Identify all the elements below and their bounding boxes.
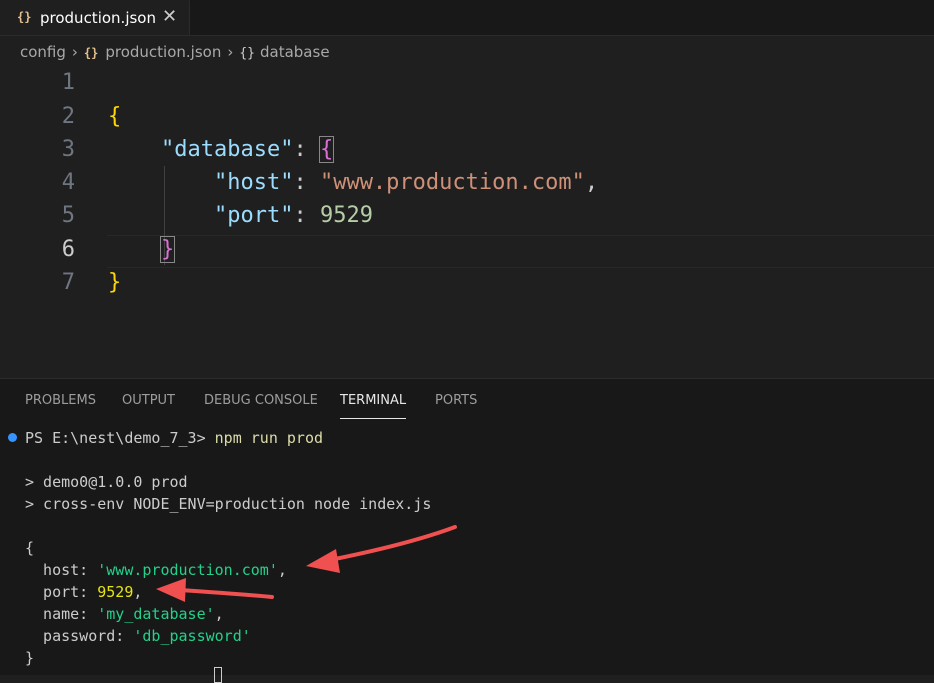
prompt: PS E:\nest\demo_7_3>	[25, 429, 215, 447]
terminal-line: port: 9529,	[25, 583, 142, 601]
terminal-line: host: 'www.production.com',	[25, 561, 287, 579]
comma: ,	[277, 561, 287, 579]
terminal-line: password: 'db_password'	[25, 627, 251, 645]
breadcrumb-folder[interactable]: config	[20, 43, 66, 61]
close-icon[interactable]: ✕	[162, 6, 177, 27]
editor-line: 4 "host": "www.production.com",	[0, 166, 934, 199]
command-status-dot	[8, 433, 17, 442]
line-number: 5	[61, 203, 75, 228]
object-icon: {}	[239, 46, 255, 61]
comma: ,	[584, 170, 599, 195]
command: npm run prod	[214, 429, 324, 447]
tab-label: production.json	[40, 9, 156, 27]
breadcrumb-file[interactable]: production.json	[105, 43, 221, 61]
line-number: 1	[61, 70, 75, 95]
code-editor[interactable]: 1 2 { 3 "database": { 4 "host": "www.pro…	[0, 66, 934, 378]
brace-close: }	[159, 236, 176, 263]
output-string: 'my_database'	[97, 605, 215, 623]
output-key: port:	[25, 583, 98, 601]
terminal-line: }	[25, 649, 35, 667]
comma: ,	[133, 583, 143, 601]
output-string: 'db_password'	[133, 627, 251, 645]
terminal-line: name: 'my_database',	[25, 605, 224, 623]
brace-open: {	[318, 136, 335, 163]
terminal-prompt-line: PS E:\nest\demo_7_3> npm run prod	[25, 429, 323, 447]
brace-close: }	[108, 270, 122, 295]
json-key: "database"	[160, 137, 294, 162]
editor-line: 2 {	[0, 100, 934, 133]
terminal-line: {	[25, 539, 35, 557]
output-key: host:	[25, 561, 98, 579]
editor-line: 7 }	[0, 266, 934, 299]
editor-line: 5 "port": 9529	[0, 199, 934, 232]
output-key: password:	[25, 627, 134, 645]
chevron-right-icon: ›	[71, 43, 78, 61]
line-number: 3	[61, 137, 75, 162]
output-key: name:	[25, 605, 98, 623]
terminal-cursor	[214, 667, 222, 683]
brace-open: {	[108, 104, 122, 129]
line-number: 2	[61, 104, 75, 129]
json-key: "host"	[213, 170, 294, 195]
editor-line: 1	[0, 66, 934, 99]
terminal[interactable]: PS E:\nest\demo_7_3> npm run prod > demo…	[0, 379, 934, 683]
json-string: "www.production.com"	[319, 170, 585, 195]
chevron-right-icon: ›	[227, 43, 234, 61]
colon: :	[293, 137, 320, 162]
line-number: 4	[61, 170, 75, 195]
line-number: 6	[61, 237, 75, 262]
bottom-panel: PROBLEMS OUTPUT DEBUG CONSOLE TERMINAL P…	[0, 378, 934, 683]
colon: :	[293, 170, 320, 195]
breadcrumb-symbol[interactable]: database	[260, 43, 330, 61]
terminal-line: > cross-env NODE_ENV=production node ind…	[25, 495, 432, 513]
editor-tab-bar: {} production.json ✕	[0, 0, 934, 36]
editor-line: 6 }	[0, 233, 934, 266]
json-icon: {}	[83, 46, 99, 60]
output-string: 'www.production.com'	[97, 561, 278, 579]
colon: :	[293, 203, 320, 228]
json-number: 9529	[319, 203, 373, 228]
breadcrumb: config › {} production.json › {} database	[20, 43, 330, 63]
editor-line: 3 "database": {	[0, 133, 934, 166]
json-icon: {}	[17, 10, 32, 24]
json-key: "port"	[213, 203, 294, 228]
tab-production-json[interactable]: {} production.json ✕	[0, 0, 190, 35]
comma: ,	[214, 605, 224, 623]
line-number: 7	[61, 270, 75, 295]
terminal-line: > demo0@1.0.0 prod	[25, 473, 188, 491]
output-number: 9529	[97, 583, 134, 601]
